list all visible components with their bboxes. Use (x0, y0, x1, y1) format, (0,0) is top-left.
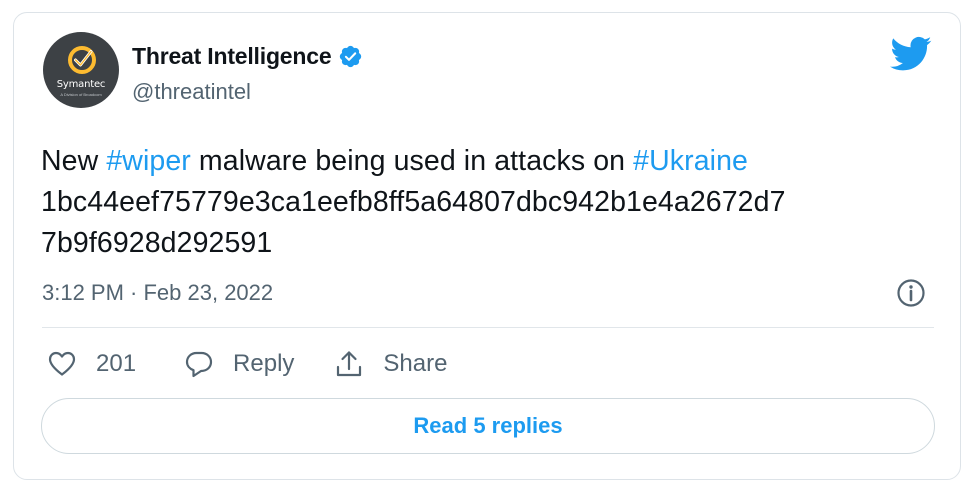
hashtag-ukraine-link[interactable]: #Ukraine (633, 145, 748, 177)
tweet-line-1: New #wiper malware being used in attacks… (41, 141, 941, 182)
tweet-card: Symantec A Division of Broadcom Threat I… (13, 12, 961, 480)
tweet-actions: 201 Reply Share (47, 346, 447, 382)
twitter-bird-icon[interactable] (890, 36, 932, 72)
verified-badge-icon (340, 45, 362, 67)
author-display-name[interactable]: Threat Intelligence (132, 43, 332, 70)
read-replies-button[interactable]: Read 5 replies (41, 398, 935, 454)
hashtag-wiper-link[interactable]: #wiper (106, 145, 191, 177)
tweet-hash-line-1: 1bc44eef75779e3ca1eefb8ff5a64807dbc942b1… (41, 186, 786, 218)
share-upload-icon (337, 351, 362, 377)
avatar-subtext: A Division of Broadcom (60, 92, 102, 97)
speech-bubble-icon (185, 351, 213, 378)
tweet-hash-line-2: 7b9f6928d292591 (41, 227, 273, 259)
info-icon[interactable] (896, 278, 926, 308)
share-label: Share (383, 350, 448, 377)
author-name-row: Threat Intelligence (132, 41, 363, 71)
share-button[interactable]: Share (334, 349, 447, 379)
like-button[interactable]: 201 (47, 349, 136, 379)
avatar-brand-text: Symantec (56, 79, 106, 90)
heart-icon (48, 351, 76, 376)
tweet-text-segment: New (41, 145, 107, 177)
reply-label: Reply (233, 350, 295, 377)
reply-button[interactable]: Reply (184, 349, 294, 379)
avatar[interactable]: Symantec A Division of Broadcom (43, 32, 119, 108)
tweet-text-segment: malware being used in attacks on (190, 145, 634, 177)
like-count: 201 (96, 350, 137, 377)
tweet-timestamp[interactable]: 3:12 PM · Feb 23, 2022 (42, 280, 273, 306)
author-handle[interactable]: @threatintel (132, 79, 251, 105)
tweet-text: New #wiper malware being used in attacks… (41, 141, 941, 264)
symantec-logo-icon (68, 46, 96, 74)
divider (42, 327, 934, 328)
